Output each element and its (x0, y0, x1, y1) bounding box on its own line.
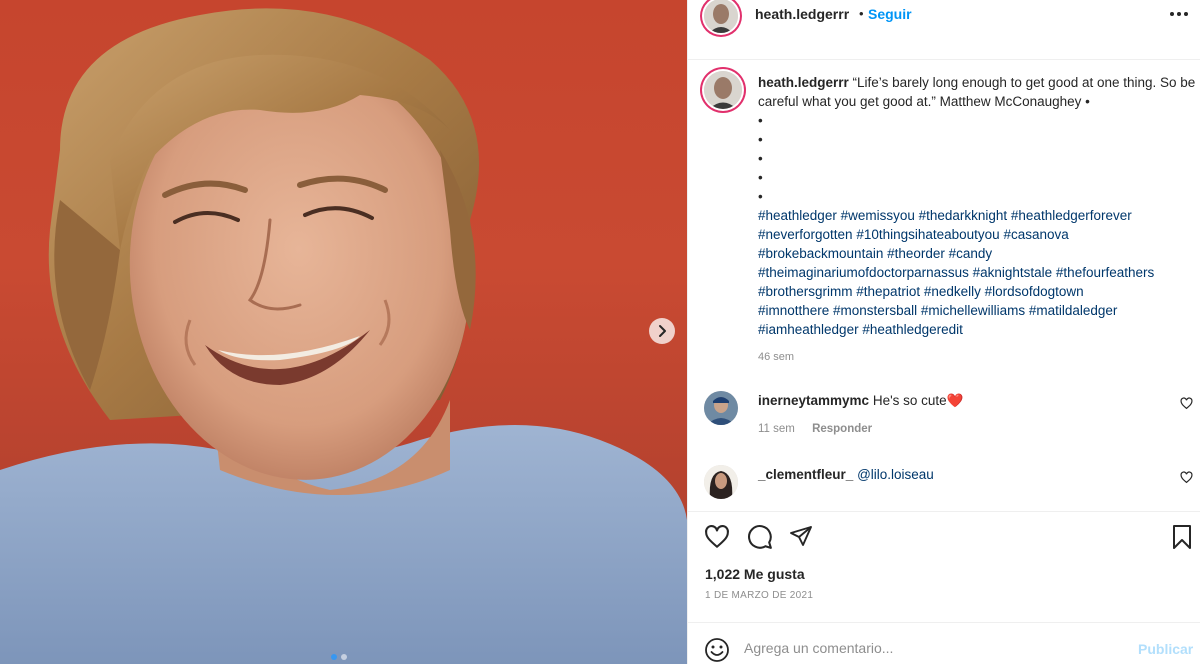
likes-count[interactable]: 1,022 Me gusta (705, 566, 805, 582)
chevron-right-icon (659, 325, 666, 337)
comment-item: inerneytammymc He's so cute❤️ 11 sem Res… (688, 391, 1200, 441)
carousel-indicator (331, 654, 347, 660)
separator-dot: • (859, 6, 864, 21)
comment-username[interactable]: _clementfleur_ (758, 467, 853, 482)
hashtag-line[interactable]: #neverforgotten #10thingsihateaboutyou #… (758, 225, 1198, 244)
hashtag-line[interactable]: #iamheathledger #heathledgeredit (758, 320, 1198, 339)
follow-button[interactable]: Seguir (868, 6, 912, 22)
comment-timestamp: 11 sem (758, 423, 795, 435)
like-comment-heart-icon[interactable] (1180, 397, 1193, 415)
share-paper-plane-icon[interactable] (789, 524, 813, 553)
bookmark-icon[interactable] (1170, 524, 1194, 555)
heart-emoji: ❤️ (946, 393, 964, 408)
comment-body: He's so cute (872, 393, 947, 408)
caption-username[interactable]: heath.ledgerrr (758, 75, 849, 90)
reply-button[interactable]: Responder (812, 423, 872, 435)
comment-text: inerneytammymc He's so cute❤️ (758, 393, 964, 409)
caption-bullet: • (758, 132, 763, 147)
hashtag-line[interactable]: #theimaginariumofdoctorparnassus #aknigh… (758, 263, 1198, 282)
like-heart-icon[interactable] (704, 524, 730, 555)
avatar[interactable] (704, 0, 738, 33)
carousel-dot (341, 654, 347, 660)
carousel-dot (331, 654, 337, 660)
post-side-panel: heath.ledgerrr • Seguir heath.ledgerrr “… (687, 0, 1200, 664)
comments-scroll-area[interactable]: heath.ledgerrr “Life’s barely long enoug… (688, 61, 1200, 511)
header-username[interactable]: heath.ledgerrr (755, 6, 849, 22)
next-slide-button[interactable] (649, 318, 675, 344)
post-media[interactable] (0, 0, 687, 664)
hashtag-line[interactable]: #heathledger #wemissyou #thedarkknight #… (758, 206, 1198, 225)
post-header: heath.ledgerrr • Seguir (688, 0, 1200, 60)
hashtag-line[interactable]: #brokebackmountain #theorder #candy (758, 244, 1198, 263)
like-comment-heart-icon[interactable] (1180, 471, 1193, 489)
post-date: 1 DE MARZO DE 2021 (705, 590, 814, 601)
more-options-icon[interactable] (1168, 2, 1190, 31)
comment-mention[interactable]: @lilo.loiseau (857, 467, 934, 482)
post-caption: heath.ledgerrr “Life’s barely long enoug… (758, 73, 1198, 339)
comment-bubble-icon[interactable] (747, 524, 773, 555)
hashtag-line[interactable]: #imnotthere #monstersball #michellewilli… (758, 301, 1198, 320)
comment-username[interactable]: inerneytammymc (758, 393, 869, 408)
avatar[interactable] (704, 71, 742, 109)
comment-text: _clementfleur_ @lilo.loiseau (758, 467, 934, 482)
portrait-photo (0, 8, 687, 664)
caption-timestamp: 46 sem (758, 351, 795, 363)
caption-bullet: • (758, 151, 763, 166)
post-actions-bar (688, 511, 1200, 561)
publish-button[interactable]: Publicar (1138, 641, 1193, 657)
comment-input[interactable] (744, 637, 1124, 659)
comment-item: _clementfleur_ @lilo.loiseau (688, 465, 1200, 515)
caption-bullet: • (758, 113, 763, 128)
caption-hashtags: #heathledger #wemissyou #thedarkknight #… (758, 206, 1198, 339)
emoji-smiley-icon[interactable] (704, 637, 730, 664)
hashtag-line[interactable]: #brothersgrimm #thepatriot #nedkelly #lo… (758, 282, 1198, 301)
caption-bullet: • (758, 189, 763, 204)
avatar[interactable] (704, 391, 738, 425)
add-comment-bar: Publicar (688, 622, 1200, 664)
avatar[interactable] (704, 465, 738, 499)
comment-meta: 11 sem Responder (758, 423, 886, 435)
caption-bullet: • (758, 170, 763, 185)
